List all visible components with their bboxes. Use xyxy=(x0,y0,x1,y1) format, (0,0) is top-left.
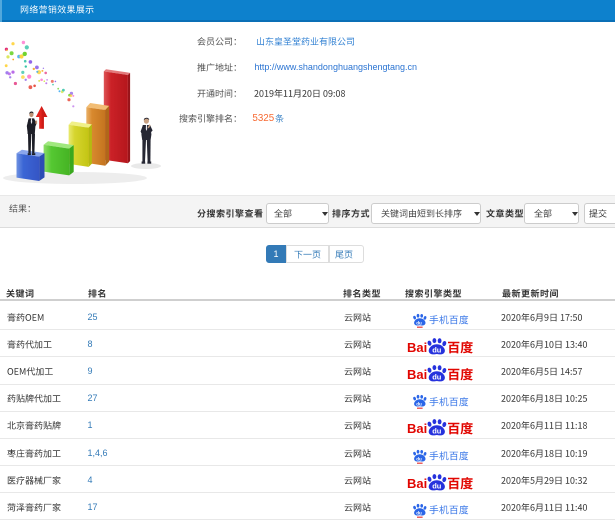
svg-text:du: du xyxy=(416,320,422,325)
svg-text:Bai: Bai xyxy=(407,421,427,436)
svg-text:du: du xyxy=(416,510,422,515)
svg-text:Bai: Bai xyxy=(407,340,427,355)
svg-text:du: du xyxy=(432,481,442,490)
svg-text:du: du xyxy=(416,456,422,461)
svg-text:Bai: Bai xyxy=(407,367,427,382)
svg-text:Bai: Bai xyxy=(407,476,427,491)
svg-text:du: du xyxy=(432,427,442,436)
svg-text:du: du xyxy=(432,345,442,354)
svg-text:du: du xyxy=(432,373,442,382)
svg-text:du: du xyxy=(416,402,422,407)
